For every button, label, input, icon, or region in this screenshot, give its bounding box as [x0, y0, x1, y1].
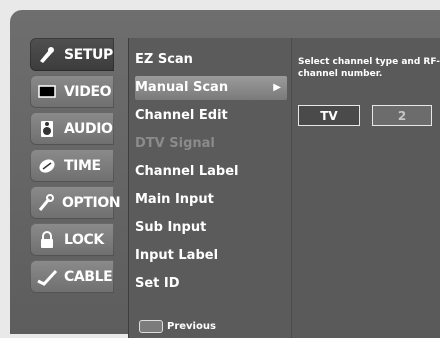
- time-icon: [36, 155, 58, 177]
- setup-icon: [36, 44, 58, 66]
- menu-key-icon: [139, 320, 163, 333]
- menu-footer: Previous: [139, 320, 216, 333]
- menu-item-dtv-signal: DTV Signal: [135, 136, 215, 151]
- tab-setup[interactable]: SETUP: [30, 38, 114, 71]
- menu-item-main-input[interactable]: Main Input: [135, 188, 287, 212]
- right-arrow-icon: ▶: [273, 82, 281, 93]
- tab-label: OPTION: [62, 194, 121, 211]
- menu-item-manual-scan[interactable]: Manual Scan ▶: [135, 76, 287, 100]
- video-icon: [36, 81, 58, 103]
- tab-video[interactable]: VIDEO: [30, 75, 114, 108]
- tv-setup-menu: SETUP VIDEO AUDIO TIME OPTION LOCK CABLE…: [10, 10, 440, 338]
- instruction-text: Select channel type and RF-channel numbe…: [298, 57, 440, 79]
- tab-label: VIDEO: [64, 83, 112, 100]
- tab-lock[interactable]: LOCK: [30, 223, 114, 256]
- option-icon: [36, 192, 56, 214]
- tab-time[interactable]: TIME: [30, 149, 114, 182]
- tab-option[interactable]: OPTION: [30, 186, 121, 219]
- menu-item-ez-scan[interactable]: EZ Scan: [135, 48, 287, 72]
- menu-item-channel-edit[interactable]: Channel Edit: [135, 104, 287, 128]
- tab-audio[interactable]: AUDIO: [30, 112, 114, 145]
- setup-submenu: EZ Scan Manual Scan ▶ Channel Edit DTV S…: [128, 38, 292, 338]
- cable-icon: [36, 266, 58, 288]
- tab-cable[interactable]: CABLE: [30, 260, 114, 293]
- channel-number-field[interactable]: 2: [372, 105, 432, 126]
- tab-label: CABLE: [64, 268, 113, 285]
- menu-item-set-id[interactable]: Set ID: [135, 272, 287, 296]
- tab-label: TIME: [64, 157, 101, 174]
- audio-icon: [36, 118, 58, 140]
- previous-label: Previous: [167, 321, 216, 332]
- tab-label: LOCK: [64, 231, 104, 248]
- tab-label: SETUP: [64, 46, 113, 63]
- menu-item-sub-input[interactable]: Sub Input: [135, 216, 287, 240]
- menu-item-input-label[interactable]: Input Label: [135, 244, 287, 268]
- menu-item-channel-label[interactable]: Channel Label: [135, 160, 287, 184]
- manual-scan-panel: Select channel type and RF-channel numbe…: [292, 38, 440, 338]
- tab-label: AUDIO: [64, 120, 113, 137]
- channel-type-field[interactable]: TV: [298, 105, 360, 126]
- lock-icon: [36, 229, 58, 251]
